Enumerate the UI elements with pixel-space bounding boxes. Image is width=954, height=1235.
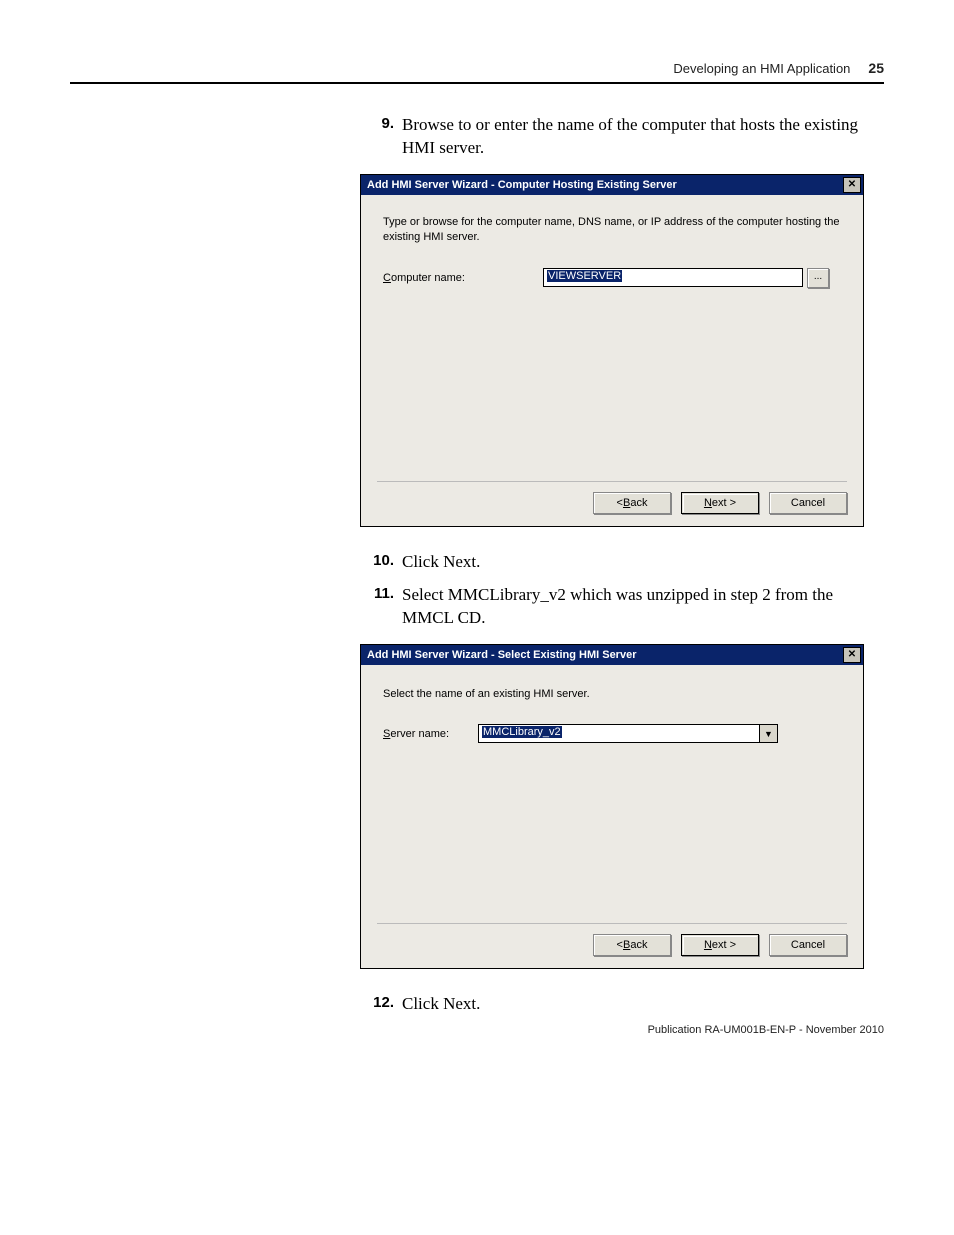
page-number: 25 bbox=[868, 60, 884, 76]
dialog-computer-hosting: Add HMI Server Wizard - Computer Hosting… bbox=[360, 174, 864, 527]
page-header: Developing an HMI Application 25 bbox=[70, 60, 884, 76]
computer-name-label: Computer name: bbox=[383, 272, 543, 284]
step-11: 11. Select MMCLibrary_v2 which was unzip… bbox=[360, 584, 884, 630]
computer-name-input[interactable]: VIEWSERVER bbox=[543, 268, 803, 287]
back-button[interactable]: < Back bbox=[593, 492, 671, 514]
computer-name-row: Computer name: VIEWSERVER ... bbox=[383, 268, 841, 288]
header-rule bbox=[70, 82, 884, 84]
dialog-title: Add HMI Server Wizard - Computer Hosting… bbox=[367, 179, 677, 191]
step-12: 12. Click Next. bbox=[360, 993, 884, 1016]
dialog-description: Select the name of an existing HMI serve… bbox=[383, 687, 841, 702]
dialog-titlebar: Add HMI Server Wizard - Computer Hosting… bbox=[361, 175, 863, 195]
server-name-label: Server name: bbox=[383, 728, 478, 740]
server-name-combo[interactable]: MMCLibrary_v2 ▼ bbox=[478, 724, 778, 743]
step-text: Browse to or enter the name of the compu… bbox=[402, 114, 884, 160]
dialog-button-row: < Back Next > Cancel bbox=[377, 923, 847, 956]
cancel-button[interactable]: Cancel bbox=[769, 934, 847, 956]
dialog-select-hmi-server: Add HMI Server Wizard - Select Existing … bbox=[360, 644, 864, 969]
publication-footer: Publication RA-UM001B-EN-P - November 20… bbox=[648, 1024, 884, 1036]
next-button[interactable]: Next > bbox=[681, 492, 759, 514]
close-icon[interactable]: ✕ bbox=[843, 177, 861, 193]
close-icon[interactable]: ✕ bbox=[843, 647, 861, 663]
step-number: 9. bbox=[360, 114, 402, 160]
chapter-title: Developing an HMI Application bbox=[673, 61, 850, 76]
back-button[interactable]: < Back bbox=[593, 934, 671, 956]
step-9: 9. Browse to or enter the name of the co… bbox=[360, 114, 884, 160]
dialog-description: Type or browse for the computer name, DN… bbox=[383, 215, 841, 246]
server-name-row: Server name: MMCLibrary_v2 ▼ bbox=[383, 724, 841, 743]
step-text: Select MMCLibrary_v2 which was unzipped … bbox=[402, 584, 884, 630]
step-number: 11. bbox=[360, 584, 402, 630]
computer-name-value: VIEWSERVER bbox=[547, 270, 622, 282]
dialog-button-row: < Back Next > Cancel bbox=[377, 481, 847, 514]
browse-button[interactable]: ... bbox=[807, 268, 829, 288]
step-number: 12. bbox=[360, 993, 402, 1016]
server-name-value: MMCLibrary_v2 bbox=[482, 726, 562, 738]
next-button[interactable]: Next > bbox=[681, 934, 759, 956]
dialog-titlebar: Add HMI Server Wizard - Select Existing … bbox=[361, 645, 863, 665]
step-10: 10. Click Next. bbox=[360, 551, 884, 574]
dialog-title: Add HMI Server Wizard - Select Existing … bbox=[367, 649, 636, 661]
step-text: Click Next. bbox=[402, 993, 884, 1016]
step-number: 10. bbox=[360, 551, 402, 574]
cancel-button[interactable]: Cancel bbox=[769, 492, 847, 514]
chevron-down-icon[interactable]: ▼ bbox=[760, 724, 778, 743]
step-text: Click Next. bbox=[402, 551, 884, 574]
